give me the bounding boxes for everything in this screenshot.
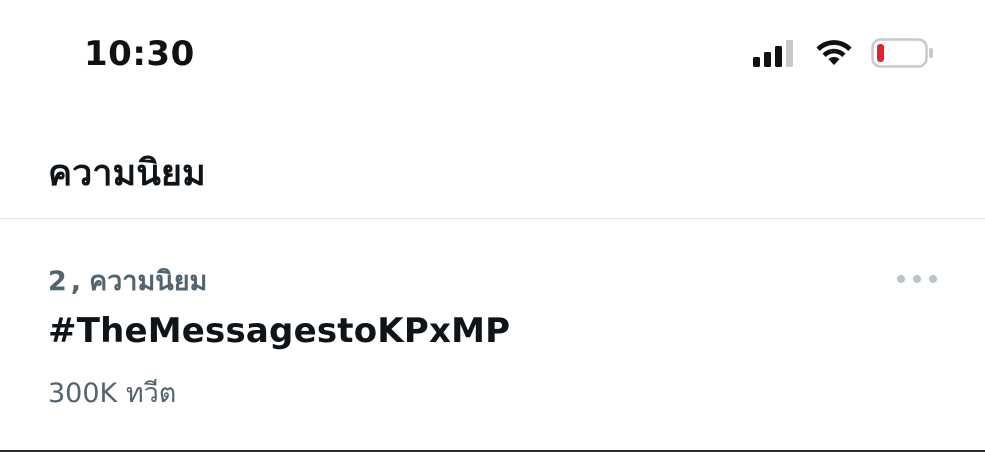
status-time: 10:30 bbox=[84, 34, 195, 74]
wifi-icon bbox=[816, 40, 852, 65]
status-icons bbox=[753, 38, 935, 68]
trend-item[interactable]: 2, ความนิยม #TheMessagestoKPxMP 300K ทวีต bbox=[0, 219, 985, 452]
page-title: ความนิยม bbox=[48, 153, 206, 194]
trend-category: ความนิยม bbox=[89, 266, 208, 297]
trend-separator: , bbox=[70, 266, 82, 297]
battery-icon bbox=[871, 38, 933, 68]
status-bar: 10:30 bbox=[0, 0, 985, 110]
trend-hashtag[interactable]: #TheMessagestoKPxMP bbox=[48, 311, 510, 351]
more-dot bbox=[929, 275, 937, 283]
trend-rank: 2 bbox=[48, 266, 67, 297]
more-horizontal-icon[interactable] bbox=[897, 267, 937, 291]
trend-tweet-count: 300K ทวีต bbox=[48, 378, 177, 409]
trend-meta: 2, ความนิยม bbox=[48, 259, 207, 302]
more-dot bbox=[897, 275, 905, 283]
more-dot bbox=[913, 275, 921, 283]
cellular-signal-icon bbox=[753, 40, 793, 67]
section-header: ความนิยม bbox=[0, 110, 985, 219]
